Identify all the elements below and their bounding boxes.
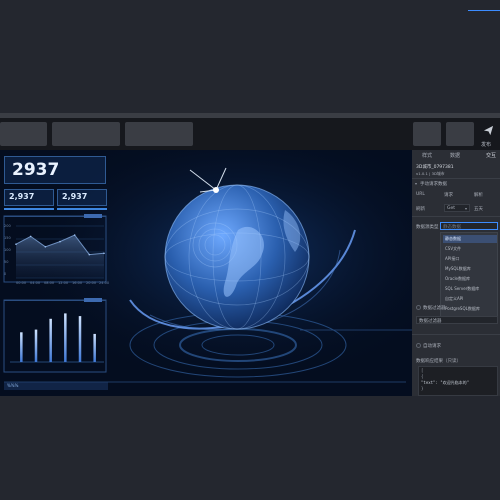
metric-a-value: 2,937 <box>9 192 35 201</box>
toolbar-button-3[interactable] <box>125 122 193 146</box>
section-mapping: 自动请求 <box>423 344 441 349</box>
component-version: v1.0.1 | 3D城市 <box>416 171 445 176</box>
tab-style[interactable]: 样式 <box>412 150 442 161</box>
auto-request-checkbox[interactable] <box>416 343 421 348</box>
toolbar-button-5[interactable] <box>446 122 474 146</box>
method-select[interactable]: Get ▾ <box>444 204 470 212</box>
caret-down-icon[interactable]: ▾ <box>415 181 417 186</box>
method-extra: 五天 <box>474 207 483 212</box>
panel-divider <box>412 216 500 217</box>
bar[interactable] <box>34 329 38 362</box>
y-tick-label: 100 <box>4 248 11 252</box>
method-value: Get <box>447 206 456 211</box>
code-title: 数据响应结果（只读） <box>416 359 461 364</box>
y-tick-label: 0 <box>4 272 7 276</box>
dropdown-option[interactable]: 自定义API <box>443 295 497 303</box>
field-label-request: 请求 <box>444 193 453 198</box>
panel-divider <box>412 334 500 335</box>
x-tick-label: 20:00 <box>86 281 97 285</box>
x-tick-label: 16:00 <box>72 281 83 285</box>
area-point[interactable] <box>59 240 61 243</box>
canvas-footer-bar <box>4 382 108 390</box>
field-label-refresh: 刷新 <box>416 207 425 212</box>
data-type-select[interactable]: 静态数据 <box>440 222 498 230</box>
data-source-dropdown[interactable]: 静态数据 CSV文件 API接口 MySQL数据库 Oracle数据库 SQL … <box>440 232 498 318</box>
bar[interactable] <box>93 333 96 362</box>
code-line: "text": "欢迎光临本的" <box>421 380 470 385</box>
filter-checkbox[interactable] <box>416 305 421 310</box>
canvas-artwork <box>0 150 412 396</box>
dropdown-option[interactable]: API接口 <box>443 255 497 263</box>
section-data-request[interactable]: 手动请求数据 <box>420 181 447 187</box>
bar[interactable] <box>20 332 23 362</box>
bar[interactable] <box>49 318 52 362</box>
canvas-footer-label: %%% <box>7 383 19 388</box>
dropdown-option[interactable]: SQL Server数据库 <box>443 285 497 293</box>
metric-b-underline <box>57 208 107 210</box>
filter-select[interactable]: 数据过滤器 <box>416 316 498 324</box>
x-tick-label: 04:00 <box>30 281 41 285</box>
x-tick-label: 12:00 <box>58 281 69 285</box>
chevron-down-icon: ▾ <box>465 206 468 211</box>
bar[interactable] <box>78 316 82 362</box>
publish-label: 发布 <box>481 142 492 148</box>
active-tab-indicator <box>468 10 500 11</box>
metric-b-value: 2,937 <box>62 192 88 201</box>
x-tick-label: 00:00 <box>16 281 27 285</box>
toolbar-button-4[interactable] <box>413 122 441 146</box>
dropdown-option[interactable]: MySQL数据库 <box>443 265 497 273</box>
metric-card-b: 2,937 <box>57 189 107 206</box>
area-point[interactable] <box>73 234 76 236</box>
main-metric-value: 2937 <box>12 160 60 180</box>
code-line: [ <box>421 368 424 373</box>
panel-divider <box>412 178 500 179</box>
tab-data[interactable]: 数据 <box>442 150 468 161</box>
field-label-url: URL <box>416 192 425 197</box>
dropdown-option[interactable]: Oracle数据库 <box>443 275 497 283</box>
line-chart-tag <box>84 214 102 218</box>
dashboard-canvas[interactable] <box>0 150 412 396</box>
dropdown-option[interactable]: PostgreSQL数据库 <box>443 305 497 313</box>
x-tick-label: 08:00 <box>44 281 55 285</box>
main-metric-card: 2937 <box>4 156 106 184</box>
filter-option: 数据过滤器 <box>419 319 442 324</box>
bar-chart-tag <box>84 298 102 302</box>
y-tick-label: 150 <box>4 236 11 240</box>
area-point[interactable] <box>88 253 91 256</box>
code-line: { <box>421 374 424 379</box>
y-tick-label: 200 <box>4 224 11 228</box>
code-line: } <box>421 386 424 391</box>
data-type-label: 数据源类型 <box>416 225 439 230</box>
data-type-placeholder: 静态数据 <box>443 225 461 230</box>
send-icon <box>483 125 494 136</box>
area-point[interactable] <box>44 246 47 248</box>
area-point[interactable] <box>29 235 32 238</box>
field-label-parse: 解析 <box>474 193 483 198</box>
publish-button[interactable]: 发布 <box>477 122 500 148</box>
component-name: 3D城市_0797381 <box>416 165 454 170</box>
dropdown-option[interactable]: CSV文件 <box>443 245 497 253</box>
dropdown-option[interactable]: 静态数据 <box>443 235 497 243</box>
section-filter: 数据过滤器 <box>423 306 446 311</box>
metric-card-a: 2,937 <box>4 189 54 206</box>
tab-interaction[interactable]: 交互 <box>480 150 500 161</box>
area-point[interactable] <box>15 243 17 245</box>
area-point[interactable] <box>103 252 105 255</box>
bar[interactable] <box>64 313 67 362</box>
toolbar-button-1[interactable] <box>0 122 47 146</box>
y-tick-label: 50 <box>4 260 9 264</box>
backdrop-top <box>0 0 500 113</box>
metric-a-underline <box>4 208 54 210</box>
backdrop-bottom <box>0 398 500 500</box>
x-tick-label: 24:00 <box>99 281 110 285</box>
toolbar-button-2[interactable] <box>52 122 120 146</box>
